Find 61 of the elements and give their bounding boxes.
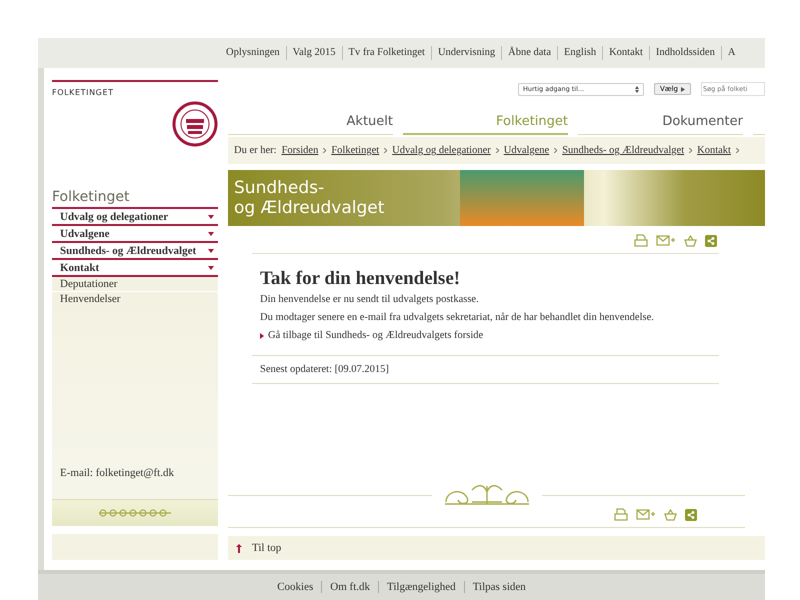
caret-icon (208, 232, 214, 236)
breadcrumb-link[interactable]: Udvalgene (504, 145, 550, 156)
caret-icon (681, 86, 685, 92)
sidebar-item[interactable]: Udvalgene (52, 224, 218, 241)
to-top-link[interactable]: Til top (252, 542, 282, 554)
bullet-arrow-icon (260, 332, 264, 338)
last-updated-text: Senest opdateret: [09.07.2015] (252, 355, 719, 384)
top-nav-link[interactable]: English (556, 46, 602, 60)
caret-icon (208, 215, 214, 219)
share-icon[interactable] (705, 234, 717, 246)
body-text: Din henvendelse er nu sendt til udvalgets postkasse. (260, 294, 480, 305)
main-tab[interactable]: Dokumenter (578, 114, 743, 135)
banner-title: Sundheds- og Ældreudvalget (234, 178, 386, 218)
caret-icon (208, 266, 214, 270)
footer-link[interactable]: Tilpas siden (464, 581, 534, 593)
share-icon[interactable] (685, 508, 697, 520)
back-link[interactable]: Gå tilbage til Sundheds- og Ældreudvalgets forside (268, 330, 484, 341)
chevron-icon (736, 148, 739, 153)
sidebar-subitem[interactable]: Deputationer (52, 275, 218, 291)
top-nav-link[interactable]: Oplysningen (220, 46, 286, 60)
breadcrumb-link[interactable]: Sundheds- og Ældreudvalget (562, 145, 684, 156)
logo-text: FOLKETINGET (52, 88, 114, 97)
sidebar-item[interactable]: Udvalg og delegationer (52, 207, 218, 224)
body-text: Du modtager senere en e-mail fra udvalgets sekretariat, når de har behandlet din henvendelse. (260, 312, 655, 323)
breadcrumb-link[interactable]: Folketinget (331, 145, 380, 156)
print-icon[interactable] (614, 508, 628, 521)
chevron-icon (496, 148, 499, 153)
main-tab[interactable]: Aktuelt (228, 114, 393, 135)
top-nav-link[interactable]: Kontakt (602, 46, 649, 60)
top-nav-link[interactable]: Åbne data (501, 46, 557, 60)
seal-logo-icon[interactable] (172, 101, 218, 147)
chevron-icon (689, 148, 692, 153)
sidebar-heading: Folketinget (52, 189, 130, 207)
basket-icon[interactable] (684, 234, 697, 246)
top-nav-link[interactable]: Valg 2015 (286, 46, 342, 60)
page-heading: Tak for din henvendelse! (260, 268, 462, 290)
sidebar-item[interactable]: Sundheds- og Ældreudvalget (52, 241, 218, 258)
email-text: E-mail: folketinget@ft.dk (60, 467, 174, 479)
chevron-icon (384, 148, 388, 153)
breadcrumb-link[interactable]: Forsiden (282, 145, 318, 156)
top-nav-link[interactable]: Tv fra Folketinget (342, 46, 431, 60)
top-nav-link[interactable]: Indholdssiden (648, 46, 721, 60)
chain-ornament-icon (97, 509, 173, 517)
chevron-icon (554, 148, 558, 153)
caret-icon (208, 249, 214, 253)
footer-link[interactable]: Cookies (269, 581, 322, 593)
email-icon[interactable] (636, 509, 656, 520)
chevron-icon (323, 148, 326, 153)
updown-icon (634, 86, 639, 92)
footer-link[interactable]: Om ft.dk (321, 581, 378, 593)
breadcrumb-link[interactable]: Kontakt (697, 145, 731, 156)
print-icon[interactable] (634, 234, 648, 247)
footer-link[interactable]: Tilgængelighed (378, 581, 464, 593)
basket-icon[interactable] (664, 508, 677, 520)
email-icon[interactable] (656, 235, 676, 246)
top-nav-link[interactable]: A (720, 46, 742, 60)
sidebar-subitem[interactable]: Henvendelser (52, 291, 218, 306)
up-arrow-icon (236, 544, 242, 552)
breadcrumb-link[interactable]: Udvalg og delegationer (392, 145, 491, 156)
breadcrumb-label: Du er her: (234, 145, 277, 156)
top-nav-link[interactable]: Undervisning (430, 46, 502, 60)
